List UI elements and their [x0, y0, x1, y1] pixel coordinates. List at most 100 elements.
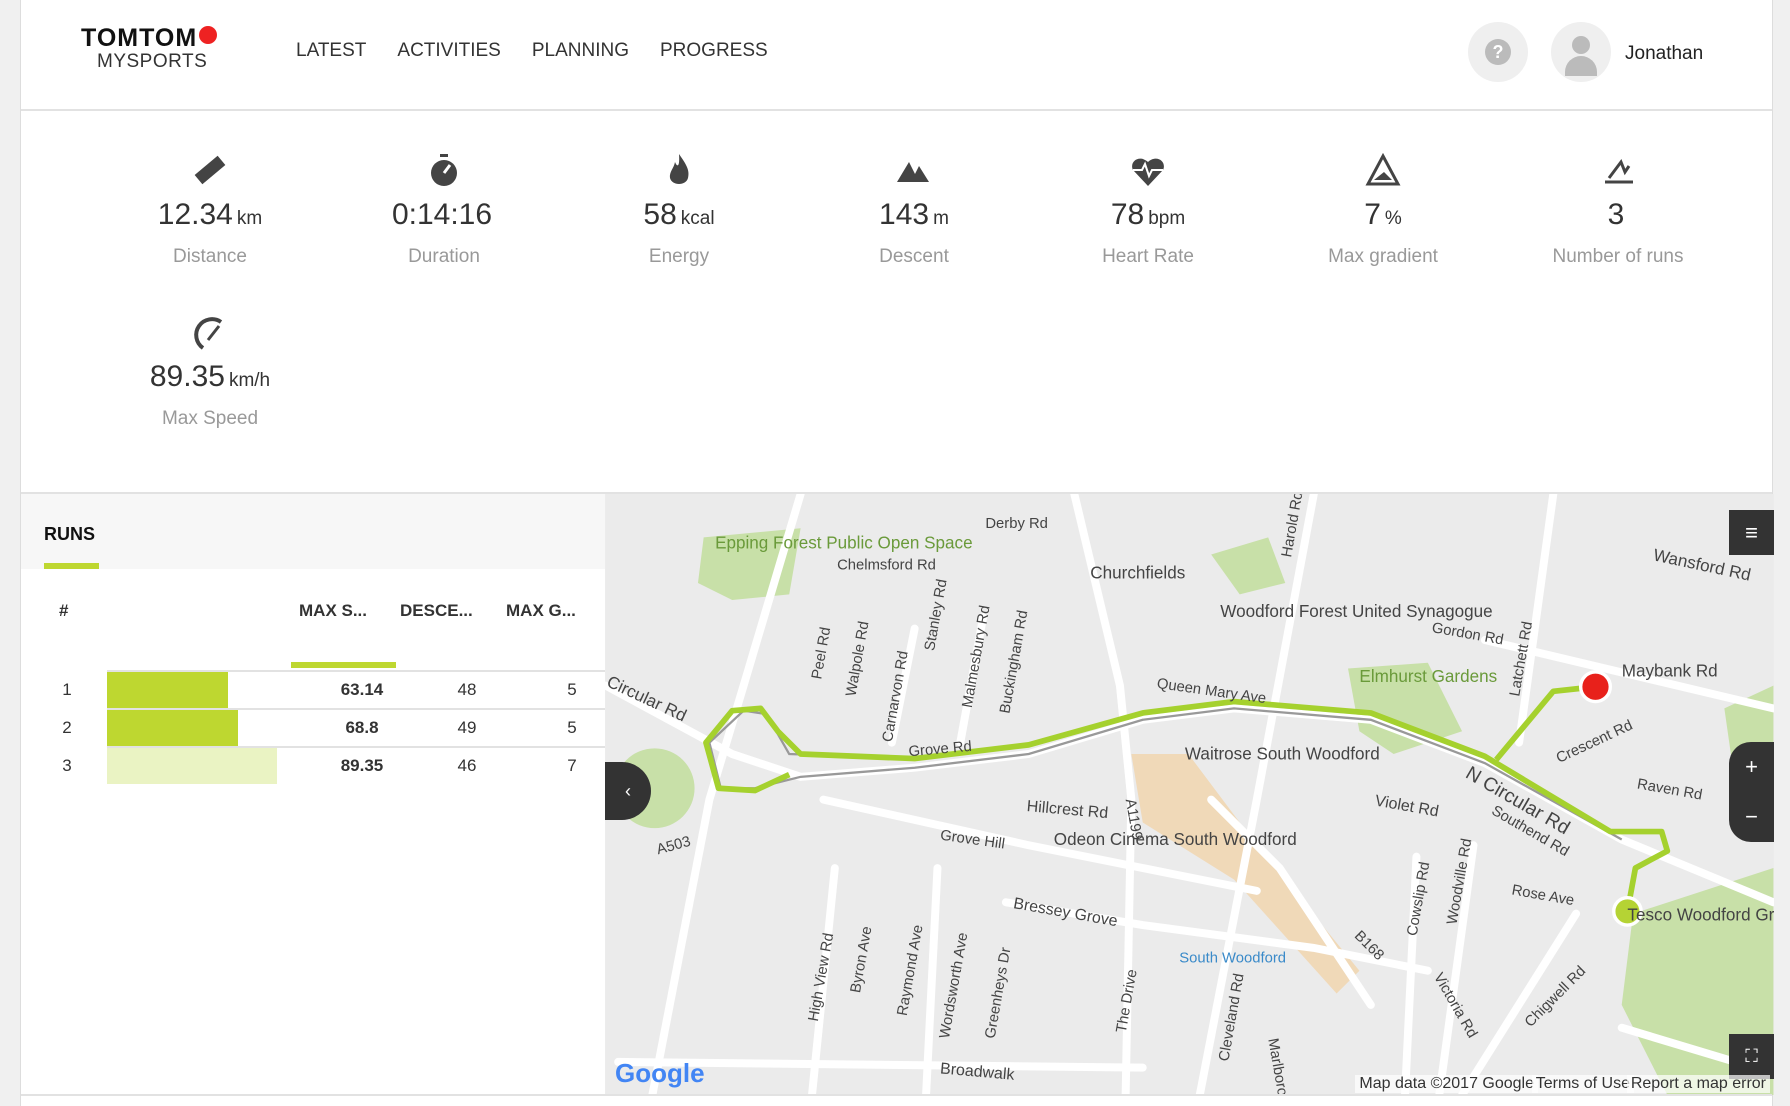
- flame-icon: [669, 154, 689, 184]
- stat-value: 7: [1364, 198, 1381, 231]
- nav-activities[interactable]: ACTIVITIES: [397, 40, 500, 62]
- run-max-speed: 89.35: [340, 756, 384, 775]
- stat-descent: 143 m Descent: [797, 150, 1031, 268]
- col-number[interactable]: #: [59, 601, 68, 621]
- run-number: 3: [62, 756, 72, 775]
- map-label: South Woodford: [1179, 951, 1286, 967]
- end-marker[interactable]: [1578, 670, 1613, 704]
- stat-distance: 12.34 km Distance: [93, 150, 327, 268]
- zoom-control[interactable]: + −: [1729, 742, 1774, 842]
- map-menu-button[interactable]: ≡: [1729, 510, 1774, 555]
- stat-unit: m: [933, 208, 949, 229]
- heart-rate-icon: [1132, 158, 1164, 186]
- main-nav: LATEST ACTIVITIES PLANNING PROGRESS: [296, 40, 768, 62]
- table-row[interactable]: 3 89.35 46 7: [62, 746, 605, 784]
- map-label: Elmhurst Gardens: [1359, 667, 1497, 686]
- stat-value: 58: [643, 198, 677, 231]
- stat-max-speed: 89.35 km/h Max Speed: [93, 312, 327, 430]
- hamburger-icon: ≡: [1745, 519, 1758, 545]
- run-speed-bar: [107, 748, 277, 784]
- stat-label: Max gradient: [1328, 246, 1438, 267]
- map-label: Maybank Rd: [1622, 661, 1718, 680]
- avatar[interactable]: [1551, 22, 1611, 82]
- zoom-out-icon[interactable]: −: [1745, 804, 1758, 830]
- nav-planning[interactable]: PLANNING: [532, 40, 629, 62]
- stopwatch-icon: [431, 154, 457, 186]
- map-canvas[interactable]: Epping Forest Public Open Space Chelmsfor…: [605, 494, 1774, 1095]
- nav-progress[interactable]: PROGRESS: [660, 40, 768, 62]
- gradient-icon: [1365, 152, 1401, 186]
- table-row[interactable]: 2 68.8 49 5: [62, 708, 605, 746]
- descent-icon: [897, 162, 929, 182]
- stat-value: 3: [1607, 198, 1625, 231]
- stat-max-gradient: 7% Max gradient: [1266, 150, 1500, 268]
- stat-value: 0:14:16: [391, 198, 493, 231]
- stat-unit: %: [1384, 208, 1402, 229]
- fullscreen-icon: ⛶: [1745, 1046, 1758, 1066]
- stat-unit: bpm: [1148, 208, 1186, 229]
- run-descent: 48: [457, 680, 477, 699]
- col-max-gradient[interactable]: MAX G...: [506, 601, 576, 621]
- nav-latest[interactable]: LATEST: [296, 40, 366, 62]
- stat-label: Heart Rate: [1102, 246, 1194, 267]
- runs-tab-underline: [44, 563, 99, 569]
- logo-hand-icon: [199, 26, 218, 44]
- page: TOMTOM MYSPORTS LATEST ACTIVITIES PLANNI…: [20, 0, 1774, 1106]
- fullscreen-button[interactable]: ⛶: [1729, 1034, 1774, 1079]
- stat-unit: km: [236, 208, 263, 229]
- run-speed-bar: [107, 672, 228, 708]
- stat-unit: kcal: [680, 208, 715, 229]
- stat-value: 89.35: [149, 360, 225, 393]
- google-logo: Google: [615, 1058, 705, 1088]
- zoom-in-icon[interactable]: +: [1745, 754, 1758, 780]
- ruler-icon: [194, 155, 226, 185]
- stat-label: Number of runs: [1552, 246, 1684, 267]
- stat-value: 78: [1110, 198, 1145, 231]
- stat-heart-rate: 78 bpm Heart Rate: [1031, 150, 1265, 268]
- stat-number-of-runs: 3 Number of runs: [1501, 150, 1735, 268]
- chevron-left-icon: ‹: [625, 780, 631, 801]
- stat-energy: 58 kcal Energy: [562, 150, 796, 268]
- top-header: TOMTOM MYSPORTS LATEST ACTIVITIES PLANNI…: [21, 0, 1772, 111]
- stat-label: Distance: [173, 246, 247, 267]
- map-label: Odeon Cinema South Woodford: [1054, 830, 1297, 849]
- runs-panel: RUNS # MAX S... DESCE... MAX G... 1 63.1…: [21, 494, 605, 1094]
- col-descent[interactable]: DESCE...: [400, 601, 473, 621]
- help-icon: ?: [1485, 39, 1511, 65]
- map-label: Waitrose South Woodford: [1185, 745, 1380, 764]
- map-label: Churchfields: [1090, 563, 1185, 582]
- map-data-attribution: Map data ©2017 Google: [1355, 1075, 1538, 1093]
- user-name[interactable]: Jonathan: [1625, 43, 1703, 65]
- logo-subtext: MYSPORTS: [97, 51, 208, 72]
- help-button[interactable]: ?: [1468, 22, 1528, 82]
- stat-unit: km/h: [228, 370, 271, 391]
- stat-duration: 0:14:16 Duration: [327, 150, 561, 268]
- map-label: Woodford Forest United Synagogue: [1220, 602, 1492, 621]
- run-descent: 49: [457, 718, 477, 737]
- map-label: Tesco Woodford Green Superstore: [1627, 906, 1774, 925]
- run-max-speed: 63.14: [340, 680, 384, 699]
- map-label: Epping Forest Public Open Space: [715, 534, 973, 553]
- runs-icon: [1605, 158, 1633, 184]
- run-descent: 46: [457, 756, 477, 775]
- user-icon: [1572, 36, 1590, 54]
- stat-value: 143: [879, 198, 930, 231]
- table-row[interactable]: 1 63.14 48 5: [62, 670, 605, 708]
- stat-value: 12.34: [157, 198, 233, 231]
- map-label: Derby Rd: [985, 516, 1048, 532]
- col-max-speed[interactable]: MAX S...: [299, 601, 367, 621]
- run-number: 1: [62, 680, 72, 699]
- route-map[interactable]: Epping Forest Public Open Space Chelmsfor…: [605, 494, 1774, 1095]
- logo-text: TOMTOM: [81, 24, 198, 52]
- run-number: 2: [62, 718, 72, 737]
- stat-label: Descent: [879, 246, 949, 267]
- tomtom-mysports-logo[interactable]: TOMTOM MYSPORTS: [81, 24, 218, 73]
- report-error-link[interactable]: Report a map error: [1626, 1075, 1770, 1093]
- stat-label: Max Speed: [161, 408, 259, 429]
- run-speed-bar: [107, 710, 238, 746]
- speedometer-icon: [194, 317, 223, 350]
- runs-tab[interactable]: RUNS: [44, 524, 95, 545]
- terms-link[interactable]: Terms of Use: [1531, 1075, 1634, 1093]
- stat-label: Duration: [408, 246, 480, 267]
- stat-label: Energy: [648, 246, 710, 267]
